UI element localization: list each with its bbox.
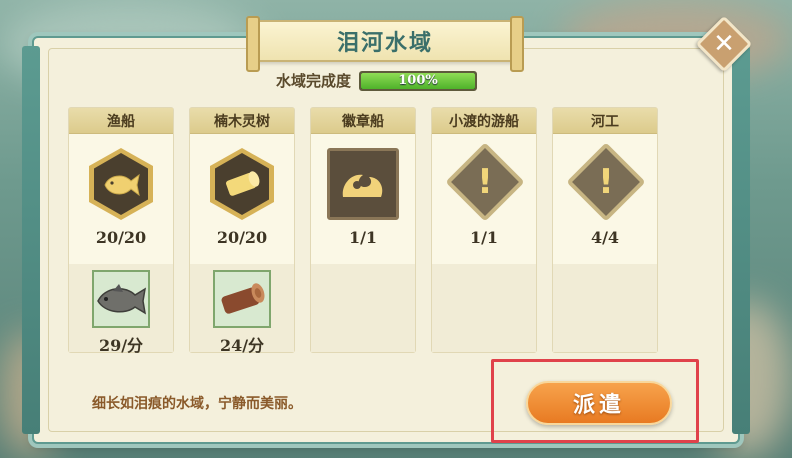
exclamation-icon: ! <box>598 162 614 202</box>
panel-side-decoration <box>732 46 750 434</box>
column-bottom <box>311 264 415 352</box>
column-emblem-boat[interactable]: 徽章船 1/1 <box>310 107 416 353</box>
column-xiaodu-cruise[interactable]: 小渡的游船 ! 1/1 <box>431 107 537 353</box>
hex-frame <box>89 148 153 220</box>
carp-icon <box>92 270 150 328</box>
close-icon[interactable]: ✕ <box>704 24 744 64</box>
column-top: 1/1 <box>311 134 415 264</box>
log-icon <box>215 153 269 215</box>
production-rate: 24/分 <box>219 336 265 355</box>
page-title: 泪河水域 <box>336 30 433 56</box>
column-bottom <box>432 264 536 352</box>
title-banner: 泪河水域 <box>246 16 524 72</box>
column-top: 20/20 <box>190 134 294 264</box>
column-header: 楠木灵树 <box>190 108 294 134</box>
column-header: 渔船 <box>69 108 173 134</box>
completion-value: 100% <box>398 73 438 88</box>
building-count: 4/4 <box>590 228 620 247</box>
building-count: 1/1 <box>348 228 378 247</box>
completion-progress-bar: 100% <box>359 70 478 91</box>
wave-emblem-icon <box>327 148 399 220</box>
building-count: 20/20 <box>216 228 268 247</box>
column-top: 20/20 <box>69 134 173 264</box>
production-rate: 29/分 <box>98 336 144 355</box>
column-header: 小渡的游船 <box>432 108 536 134</box>
column-bottom: 24/分 <box>190 264 294 355</box>
fish-icon <box>94 153 148 215</box>
completion-label: 水域完成度 <box>276 72 352 90</box>
column-header: 徽章船 <box>311 108 415 134</box>
column-top: ! 4/4 <box>553 134 657 264</box>
column-river-worker[interactable]: 河工 ! 4/4 <box>552 107 658 353</box>
column-bottom: 29/分 <box>69 264 173 355</box>
dispatch-button[interactable]: 派遣 <box>526 381 672 425</box>
column-header: 河工 <box>553 108 657 134</box>
column-fishing-boat[interactable]: 渔船 20/20 29/分 <box>68 107 174 355</box>
waters-description: 细长如泪痕的水域，宁静而美丽。 <box>92 396 302 412</box>
building-count: 20/20 <box>95 228 147 247</box>
hex-frame <box>210 148 274 220</box>
column-nanmu-tree[interactable]: 楠木灵树 20/20 24/分 <box>189 107 295 355</box>
completion-row: 水域完成度 100% <box>276 70 478 91</box>
column-top: ! 1/1 <box>432 134 536 264</box>
building-count: 1/1 <box>469 228 499 247</box>
exclamation-icon: ! <box>477 162 493 202</box>
column-bottom <box>553 264 657 352</box>
timber-icon <box>213 270 271 328</box>
panel-side-decoration <box>22 46 40 434</box>
